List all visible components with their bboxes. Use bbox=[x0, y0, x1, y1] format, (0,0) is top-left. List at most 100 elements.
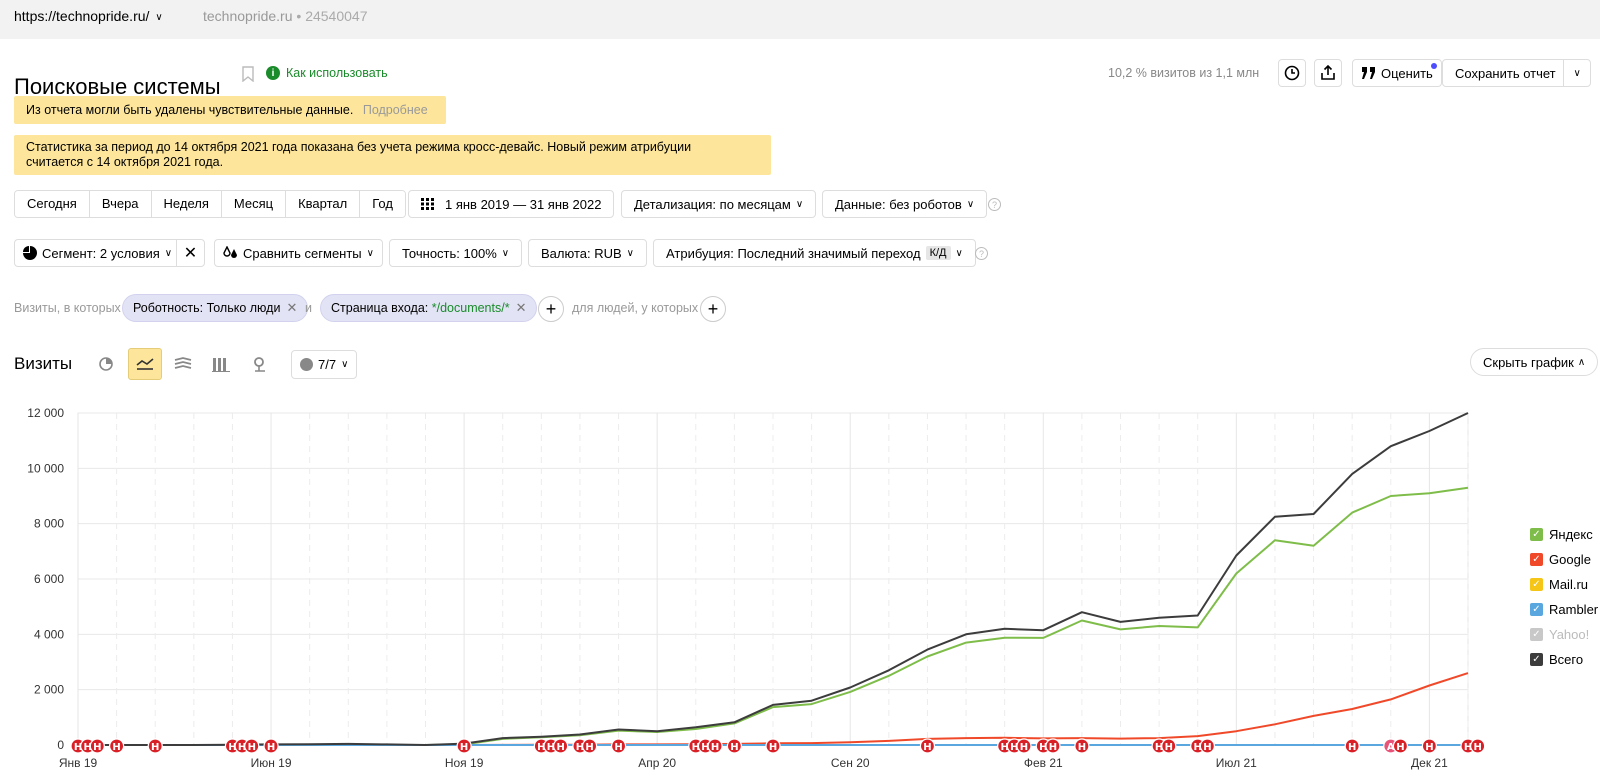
remove-filter-icon[interactable]: ✕ bbox=[286, 300, 297, 316]
y-tick-label: 0 bbox=[57, 738, 64, 752]
note-marker-label: Н bbox=[556, 742, 564, 753]
preset-quarter[interactable]: Квартал bbox=[286, 191, 361, 217]
note-marker: Н bbox=[1470, 738, 1486, 754]
area-chart-type-button[interactable] bbox=[166, 348, 200, 380]
x-tick-label: Ноя 19 bbox=[445, 756, 484, 770]
plus-icon: + bbox=[545, 299, 557, 319]
note-marker-label: Н bbox=[112, 742, 120, 753]
note-marker-label: Н bbox=[769, 742, 777, 753]
note-marker: Н bbox=[1016, 738, 1032, 754]
legend-item[interactable]: ✓ Rambler bbox=[1530, 597, 1598, 622]
x-tick-label: Июл 21 bbox=[1216, 756, 1257, 770]
visits-filter-label: Визиты, в которых bbox=[14, 301, 121, 315]
legend-item[interactable]: ✓ Google bbox=[1530, 547, 1598, 572]
crossdevice-line1: Статистика за период до 14 октября 2021 … bbox=[26, 140, 692, 154]
plus-icon: + bbox=[707, 299, 719, 319]
note-marker: Н bbox=[456, 738, 472, 754]
date-range-button[interactable]: 1 янв 2019 — 31 янв 2022 bbox=[408, 190, 615, 218]
note-marker-label: Н bbox=[1396, 742, 1404, 753]
add-visit-filter-button[interactable]: + bbox=[538, 296, 564, 322]
bar-chart-type-button[interactable] bbox=[204, 348, 238, 380]
detail-dropdown[interactable]: Детализация: по месяцам ∨ bbox=[621, 190, 817, 218]
site-selector[interactable]: https://technopride.ru/ ∨ bbox=[14, 8, 163, 24]
preset-today[interactable]: Сегодня bbox=[15, 191, 90, 217]
note-marker-label: Н bbox=[151, 742, 159, 753]
rate-button[interactable]: Оценить bbox=[1352, 59, 1442, 87]
counter-id: 24540047 bbox=[305, 8, 368, 24]
pie-chart-type-button[interactable] bbox=[89, 348, 123, 380]
howto-link[interactable]: i Как использовать bbox=[266, 66, 388, 80]
compare-segments-dropdown[interactable]: Сравнить сегменты ∨ bbox=[214, 239, 383, 267]
chevron-down-icon: ∨ bbox=[501, 247, 510, 259]
chevron-up-icon: ∧ bbox=[1577, 356, 1586, 368]
note-marker: Н bbox=[919, 738, 936, 754]
preset-month[interactable]: Месяц bbox=[221, 191, 287, 217]
checkbox-icon: ✓ bbox=[1530, 528, 1543, 541]
preset-year[interactable]: Год bbox=[360, 191, 405, 217]
note-marker: Н bbox=[109, 738, 125, 754]
save-report-button[interactable]: Сохранить отчет ∨ bbox=[1442, 59, 1591, 87]
note-marker-label: Н bbox=[1078, 742, 1086, 753]
segment-dropdown[interactable]: Сегмент: 2 условия ∨ bbox=[14, 239, 182, 267]
line-chart-type-button[interactable] bbox=[128, 348, 162, 380]
chip-label: Страница входа: */documents/* bbox=[331, 301, 510, 315]
checkbox-icon: ✓ bbox=[1530, 628, 1543, 641]
y-tick-label: 10 000 bbox=[27, 461, 64, 475]
y-tick-label: 6 000 bbox=[34, 572, 64, 586]
help-icon[interactable]: ? bbox=[988, 198, 1001, 211]
legend-label: Rambler bbox=[1549, 602, 1599, 617]
preset-yesterday[interactable]: Вчера bbox=[89, 191, 152, 217]
note-marker: Н bbox=[1045, 738, 1061, 754]
accuracy-dropdown[interactable]: Точность: 100% ∨ bbox=[389, 239, 523, 267]
data-dropdown[interactable]: Данные: без роботов ∨ bbox=[822, 190, 988, 218]
note-marker-label: Н bbox=[585, 742, 593, 753]
save-options-chevron-icon[interactable]: ∨ bbox=[1563, 60, 1590, 86]
map-chart-type-button[interactable] bbox=[243, 348, 277, 380]
filter-chip-robots[interactable]: Роботность: Только люди ✕ bbox=[122, 294, 309, 322]
kd-badge: К/Д bbox=[925, 246, 951, 260]
note-marker: Н bbox=[581, 738, 598, 754]
legend-item[interactable]: ✓ Yahoo! bbox=[1530, 622, 1598, 647]
people-filter-label: для людей, у которых bbox=[572, 301, 699, 315]
chevron-down-icon: ∨ bbox=[626, 247, 634, 259]
note-marker-label: Н bbox=[711, 742, 719, 753]
currency-dropdown[interactable]: Валюта: RUB ∨ bbox=[528, 239, 647, 267]
clear-segment-button[interactable]: ✕ bbox=[176, 239, 205, 267]
history-button[interactable] bbox=[1278, 59, 1306, 87]
attribution-dropdown[interactable]: Атрибуция: Последний значимый переход К/Д… bbox=[653, 239, 976, 267]
drops-icon bbox=[223, 246, 237, 258]
bookmark-icon[interactable] bbox=[242, 66, 254, 85]
currency-label: Валюта: RUB bbox=[541, 245, 622, 261]
more-link[interactable]: Подробнее bbox=[363, 103, 428, 117]
note-marker-label: Н bbox=[1203, 742, 1211, 753]
legend-item[interactable]: ✓ Яндекс bbox=[1530, 522, 1598, 547]
note-marker: Н bbox=[89, 738, 105, 754]
notes-button[interactable]: 7/7 ∨ bbox=[291, 350, 358, 379]
note-marker-label: Н bbox=[614, 742, 622, 753]
x-tick-label: Дек 21 bbox=[1411, 756, 1448, 770]
y-tick-label: 2 000 bbox=[34, 683, 64, 697]
clock-icon bbox=[1284, 65, 1300, 81]
preset-week[interactable]: Неделя bbox=[151, 191, 222, 217]
export-button[interactable] bbox=[1314, 59, 1342, 87]
remove-filter-icon[interactable]: ✕ bbox=[516, 300, 527, 316]
x-tick-label: Фев 21 bbox=[1024, 756, 1063, 770]
checkbox-icon: ✓ bbox=[1530, 653, 1543, 666]
legend-label: Google bbox=[1549, 552, 1591, 567]
accuracy-label: Точность: 100% bbox=[402, 245, 497, 261]
detail-label: Детализация: по месяцам bbox=[634, 196, 791, 212]
visits-line-chart: 0 2 000 4 000 6 000 8 000 10 000 12 000 Янв 19 И… bbox=[27, 406, 1486, 770]
note-marker-label: Н bbox=[1165, 742, 1173, 753]
legend-item[interactable]: ✓ Mail.ru bbox=[1530, 572, 1598, 597]
add-people-filter-button[interactable]: + bbox=[700, 296, 726, 322]
chip-prefix: Страница входа: bbox=[331, 301, 432, 315]
help-icon[interactable]: ? bbox=[975, 247, 988, 260]
quote-icon bbox=[1362, 67, 1375, 79]
notification-dot bbox=[1430, 63, 1437, 69]
filter-chip-entry-page[interactable]: Страница входа: */documents/* ✕ bbox=[320, 294, 538, 322]
legend-item[interactable]: ✓ Всего bbox=[1530, 647, 1598, 672]
note-marker-label: Н bbox=[730, 742, 738, 753]
hide-chart-button[interactable]: Скрыть график ∧ bbox=[1470, 348, 1599, 376]
hide-chart-label: Скрыть график bbox=[1483, 354, 1574, 370]
map-pin-icon bbox=[254, 357, 265, 372]
